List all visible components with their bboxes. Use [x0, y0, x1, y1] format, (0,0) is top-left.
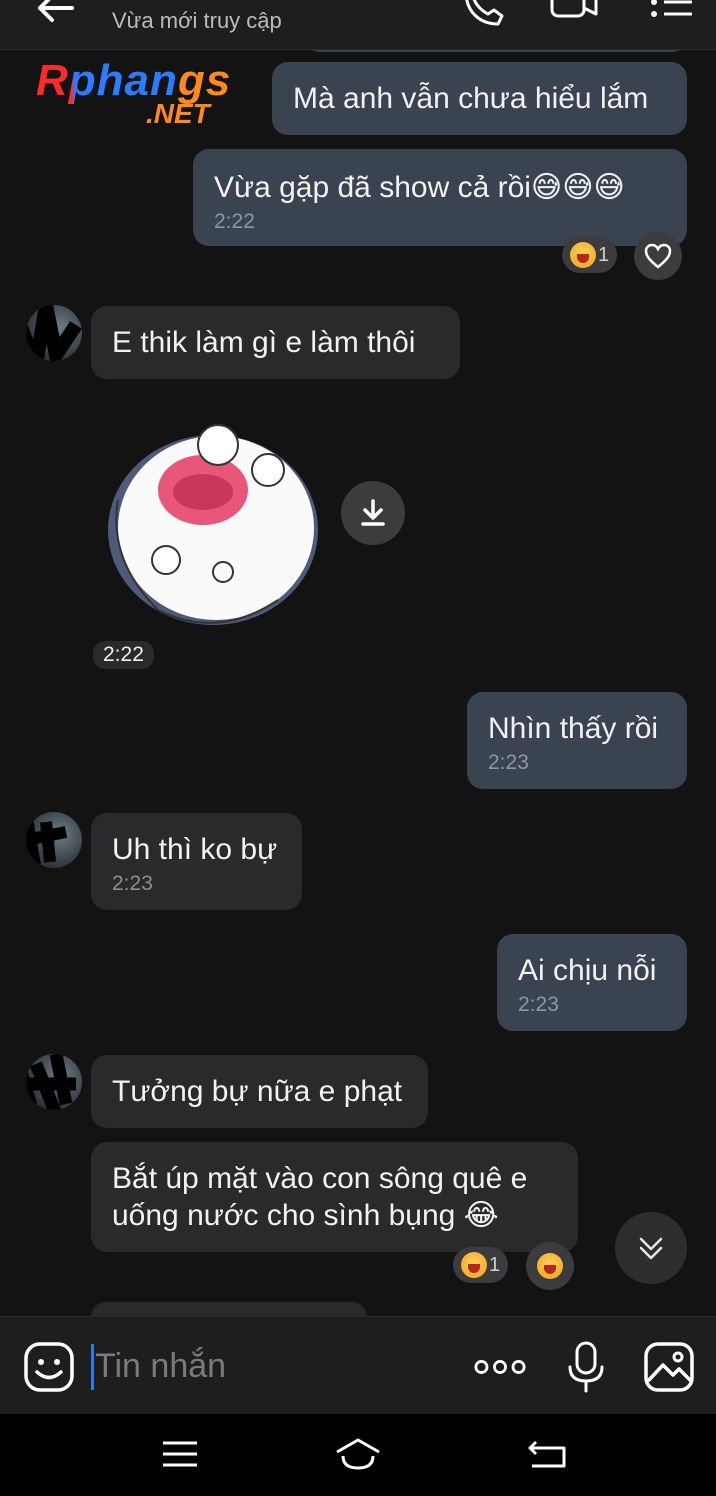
message-bubble-partial	[306, 50, 686, 52]
avatar[interactable]	[26, 305, 82, 361]
message-bubble-outgoing[interactable]: Vừa gặp đã show cả rồi😅😅😅 2:22	[193, 149, 687, 246]
avatar[interactable]	[26, 812, 82, 868]
message-text: Vừa gặp đã show cả rồi😅😅😅	[214, 171, 625, 204]
chat-header: Vừa mới truy cập	[0, 0, 716, 50]
reaction-chip[interactable]: 1	[453, 1247, 509, 1283]
message-text: Ai chịu nỗi	[518, 954, 657, 987]
back-arrow-icon[interactable]	[30, 0, 80, 28]
sticker-image[interactable]	[98, 410, 328, 635]
image-gallery-icon[interactable]	[643, 1341, 695, 1393]
message-input-bar: Tin nhắn	[0, 1316, 716, 1414]
microphone-icon[interactable]	[560, 1341, 612, 1393]
reaction-chip[interactable]: 1	[562, 237, 618, 273]
message-text: Tưởng bự nữa e phạt	[112, 1075, 403, 1108]
message-text: E thik làm gì e làm thôi	[112, 326, 416, 359]
home-icon[interactable]	[333, 1434, 383, 1474]
message-time: 2:23	[488, 751, 529, 774]
react-heart-button[interactable]	[634, 232, 682, 280]
message-text: Uh thì ko bự	[112, 833, 278, 866]
message-bubble-incoming[interactable]: Bắt úp mặt vào con sông quê e uống nước …	[91, 1142, 578, 1252]
system-navigation-bar	[0, 1414, 716, 1496]
message-time: 2:23	[518, 993, 559, 1016]
contact-status: Vừa mới truy cập	[112, 8, 282, 33]
message-text: Bắt úp mặt vào con sông quê e uống nước …	[112, 1162, 528, 1232]
video-icon[interactable]	[548, 0, 600, 28]
laugh-emoji-icon	[570, 242, 596, 268]
avatar[interactable]	[26, 1054, 82, 1110]
list-menu-icon[interactable]	[646, 0, 698, 28]
watermark-logo: Rphangs .NET	[36, 56, 232, 129]
emoji-sticker-icon[interactable]	[23, 1341, 75, 1393]
message-list[interactable]: Rphangs .NET Mà anh vẫn chưa hiểu lắm Vừ…	[0, 50, 716, 1316]
more-options-icon[interactable]	[474, 1341, 526, 1393]
heart-icon	[644, 243, 672, 269]
sticker-time: 2:22	[93, 641, 154, 669]
message-text: Nhìn thấy rồi	[488, 712, 659, 745]
message-bubble-incoming[interactable]: E thik làm gì e làm thôi	[91, 306, 460, 379]
download-sticker-button[interactable]	[341, 481, 405, 545]
message-bubble-partial	[91, 1302, 367, 1316]
message-bubble-incoming[interactable]: Tưởng bự nữa e phạt	[91, 1055, 428, 1128]
message-text: Mà anh vẫn chưa hiểu lắm	[293, 82, 649, 115]
message-time: 2:23	[112, 872, 153, 895]
download-icon	[361, 499, 385, 526]
double-chevron-down-icon	[639, 1237, 663, 1260]
laugh-emoji-icon	[461, 1252, 487, 1278]
message-bubble-incoming[interactable]: Uh thì ko bự 2:23	[91, 813, 302, 910]
laugh-emoji-icon	[537, 1253, 563, 1279]
message-bubble-outgoing[interactable]: Ai chịu nỗi 2:23	[497, 934, 687, 1031]
recent-apps-icon[interactable]	[155, 1434, 205, 1474]
message-bubble-outgoing[interactable]: Mà anh vẫn chưa hiểu lắm	[272, 62, 687, 135]
text-cursor	[91, 1344, 94, 1390]
message-bubble-outgoing[interactable]: Nhìn thấy rồi 2:23	[467, 692, 687, 789]
scroll-to-bottom-button[interactable]	[615, 1212, 687, 1284]
message-time: 2:22	[214, 210, 255, 233]
react-button[interactable]	[526, 1242, 574, 1290]
back-icon[interactable]	[522, 1434, 572, 1474]
phone-icon[interactable]	[458, 0, 510, 28]
message-input[interactable]: Tin nhắn	[95, 1347, 226, 1386]
